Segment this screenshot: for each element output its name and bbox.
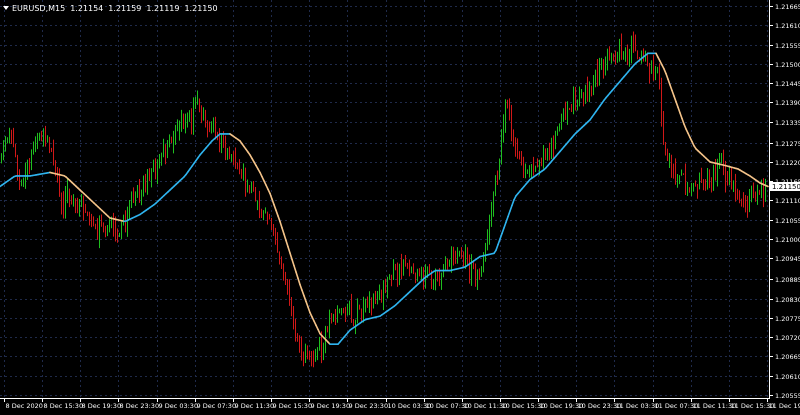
x-tick-label: 8 Dec 19:30	[82, 402, 122, 410]
low-value: 1.21119	[146, 4, 179, 13]
y-tick-label: 1.21000	[775, 236, 800, 244]
y-tick-label: 1.20555	[775, 392, 800, 400]
x-tick-label: 9 Dec 15:30	[273, 402, 313, 410]
x-tick-label: 9 Dec 11:30	[235, 402, 275, 410]
y-tick-label: 1.20945	[775, 255, 800, 263]
x-tick-label: 8 Dec 23:30	[120, 402, 160, 410]
y-tick-label: 1.21500	[775, 61, 800, 69]
y-tick-label: 1.21110	[775, 197, 800, 205]
y-tick-label: 1.21220	[775, 159, 800, 167]
dropdown-triangle-icon[interactable]	[3, 6, 9, 10]
high-value: 1.21159	[108, 4, 141, 13]
y-tick-label: 1.20885	[775, 276, 800, 284]
y-tick-label: 1.20720	[775, 334, 800, 342]
y-tick-label: 1.20775	[775, 315, 800, 323]
y-tick-label: 1.20610	[775, 373, 800, 381]
x-tick-label: 11 Dec 03:30	[616, 402, 660, 410]
x-tick-label: 9 Dec 23:30	[349, 402, 389, 410]
y-tick-label: 1.21275	[775, 140, 800, 148]
x-tick-label: 8 Dec 2020	[6, 402, 43, 410]
chart-background	[0, 0, 800, 411]
x-tick-label: 9 Dec 07:30	[197, 402, 237, 410]
chart-header: EURUSD,M15 1.21154 1.21159 1.21119 1.211…	[3, 2, 223, 14]
x-tick-label: 8 Dec 15:30	[44, 402, 84, 410]
current-price-tag: 1.21150	[770, 182, 800, 191]
x-tick-label: 9 Dec 03:30	[159, 402, 199, 410]
chart-canvas[interactable]: 1.21665 1.21610 1.21555 1.21500 1.21445 1.213…	[0, 0, 800, 411]
y-tick-label: 1.20830	[775, 296, 800, 304]
ma-segment	[766, 186, 768, 187]
price-chart[interactable]: 1.21665 1.21610 1.21555 1.21500 1.21445 1.213…	[0, 0, 800, 411]
open-value: 1.21154	[70, 4, 103, 13]
y-tick-label: 1.21445	[775, 80, 800, 88]
y-tick-label: 1.21555	[775, 42, 800, 50]
current-price-label: 1.21150	[772, 183, 800, 191]
symbol-label: EURUSD,M15	[12, 4, 65, 13]
y-tick-label: 1.21390	[775, 99, 800, 107]
x-tick-label: 11 Dec 19:30	[769, 402, 800, 410]
x-tick-label: 9 Dec 19:30	[311, 402, 351, 410]
y-tick-label: 1.20665	[775, 353, 800, 361]
y-tick-label: 1.21665	[775, 3, 800, 11]
y-tick-label: 1.21335	[775, 119, 800, 127]
close-value: 1.21150	[184, 4, 217, 13]
y-tick-label: 1.21055	[775, 217, 800, 225]
y-tick-label: 1.21610	[775, 22, 800, 30]
